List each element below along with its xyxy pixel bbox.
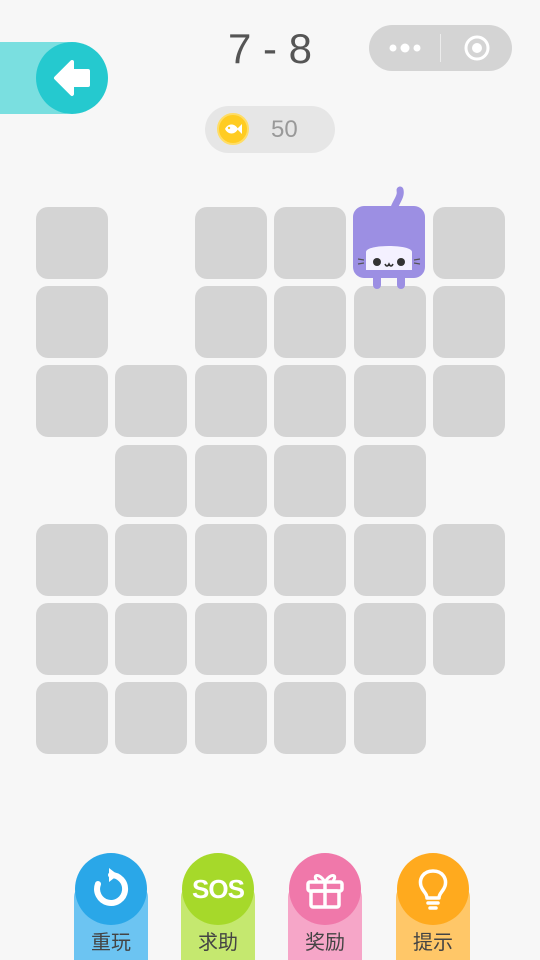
mini-program-capsule xyxy=(369,25,512,71)
board-tile[interactable] xyxy=(354,603,426,675)
target-circle-icon xyxy=(464,35,489,61)
board-tile[interactable] xyxy=(354,682,426,754)
board-tile[interactable] xyxy=(433,603,505,675)
puzzle-board xyxy=(36,207,506,757)
close-button[interactable] xyxy=(441,25,512,71)
board-tile[interactable] xyxy=(115,365,187,437)
board-tile[interactable] xyxy=(195,365,267,437)
board-tile[interactable] xyxy=(274,682,346,754)
reward-label: 奖励 xyxy=(305,932,345,954)
board-tile[interactable] xyxy=(195,445,267,517)
board-tile[interactable] xyxy=(115,445,187,517)
board-tile[interactable] xyxy=(274,365,346,437)
more-dots-icon xyxy=(389,43,420,53)
board-tile[interactable] xyxy=(36,524,108,596)
lightbulb-icon xyxy=(397,853,469,925)
board-tile[interactable] xyxy=(274,524,346,596)
board-tile[interactable] xyxy=(36,603,108,675)
more-button[interactable] xyxy=(369,25,440,71)
coin-count: 50 xyxy=(271,116,298,143)
board-tile[interactable] xyxy=(274,603,346,675)
arrow-left-icon xyxy=(54,60,90,96)
board-tile[interactable] xyxy=(433,286,505,358)
gift-icon xyxy=(289,853,361,925)
board-tile[interactable] xyxy=(195,207,267,279)
board-tile[interactable] xyxy=(115,682,187,754)
restart-button[interactable]: 重玩 xyxy=(74,850,148,960)
board-tile[interactable] xyxy=(36,365,108,437)
board-tile[interactable] xyxy=(354,524,426,596)
sos-label: 求助 xyxy=(198,932,238,954)
board-tile[interactable] xyxy=(36,682,108,754)
board-tile[interactable] xyxy=(354,445,426,517)
board-tile[interactable] xyxy=(195,603,267,675)
restart-label: 重玩 xyxy=(91,932,131,954)
board-tile[interactable] xyxy=(433,365,505,437)
board-tile[interactable] xyxy=(36,286,108,358)
board-tile[interactable] xyxy=(274,445,346,517)
level-title: 7 - 8 xyxy=(227,25,313,72)
fish-coin-icon xyxy=(217,113,249,145)
board-tile[interactable] xyxy=(195,286,267,358)
board-tile[interactable] xyxy=(354,286,426,358)
sos-button[interactable]: SOS 求助 xyxy=(181,850,255,960)
board-tile[interactable] xyxy=(115,524,187,596)
sos-icon: SOS xyxy=(182,853,254,925)
board-tile[interactable] xyxy=(433,207,505,279)
board-tile[interactable] xyxy=(195,682,267,754)
board-tile[interactable] xyxy=(115,603,187,675)
restart-icon xyxy=(75,853,147,925)
hint-button[interactable]: 提示 xyxy=(396,850,470,960)
back-button[interactable] xyxy=(36,42,108,114)
hint-label: 提示 xyxy=(413,932,453,954)
board-tile[interactable] xyxy=(354,365,426,437)
cat-player[interactable] xyxy=(344,184,434,294)
coin-counter: 50 xyxy=(205,106,335,153)
board-tile[interactable] xyxy=(433,524,505,596)
board-tile[interactable] xyxy=(274,207,346,279)
board-tile[interactable] xyxy=(274,286,346,358)
reward-button[interactable]: 奖励 xyxy=(288,850,362,960)
tool-bar: 重玩 SOS 求助 奖励 提示 xyxy=(0,850,540,960)
board-tile[interactable] xyxy=(36,207,108,279)
board-tile[interactable] xyxy=(195,524,267,596)
